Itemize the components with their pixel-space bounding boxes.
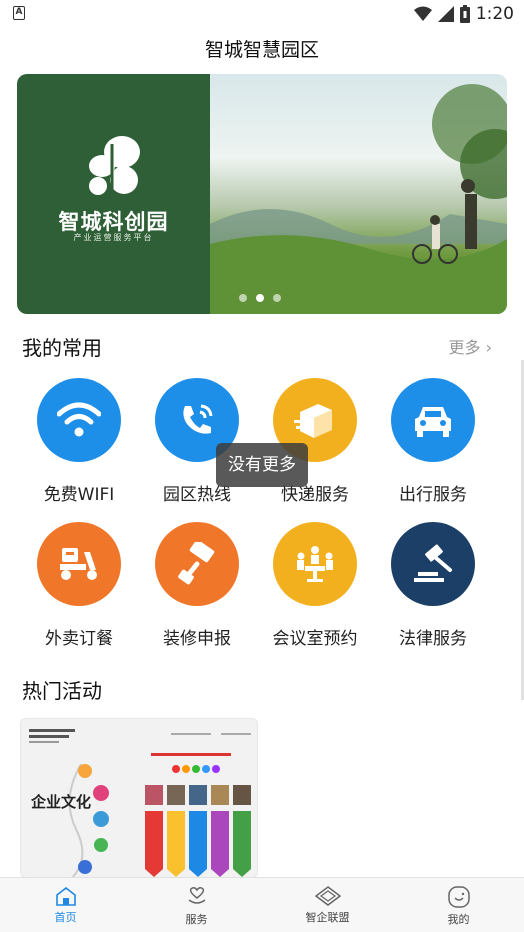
tab-alliance[interactable]: 智企联盟: [262, 878, 393, 932]
service-label: 装修申报: [163, 629, 231, 649]
tab-services[interactable]: 服务: [131, 878, 262, 932]
service-free-wifi[interactable]: 免费WIFI: [20, 378, 138, 508]
cell-signal-icon: [437, 6, 454, 22]
face-icon: [447, 886, 470, 908]
banner-photo: [210, 74, 507, 314]
service-meeting-room[interactable]: 会议室预约: [256, 522, 374, 652]
meeting-icon: [273, 522, 357, 606]
home-icon: [55, 886, 76, 906]
page-title: 智城智慧园区: [204, 39, 319, 61]
service-label: 出行服务: [399, 485, 467, 505]
carousel-indicator[interactable]: [239, 294, 281, 302]
heart-hand-icon: [188, 886, 205, 904]
car-icon: [391, 378, 475, 462]
system-icons: 1:20: [413, 3, 514, 25]
service-legal[interactable]: 法律服务: [374, 522, 492, 652]
banner-brand-subtitle: 产业运营服务平台: [73, 233, 154, 242]
carousel-dot[interactable]: [273, 294, 281, 302]
more-label: 更多: [448, 338, 481, 357]
wifi-signal-icon: [413, 6, 432, 21]
battery-icon: [459, 5, 470, 23]
service-travel[interactable]: 出行服务: [374, 378, 492, 508]
status-bar: A 1:20: [0, 0, 524, 30]
more-link[interactable]: 更多 ›: [448, 333, 492, 363]
tab-label: 智企联盟: [305, 911, 350, 924]
banner-brand-panel: 智城科创园 产业运营服务平台: [17, 74, 210, 314]
carousel-dot-active[interactable]: [256, 294, 264, 302]
service-label: 免费WIFI: [43, 485, 115, 505]
service-label: 法律服务: [399, 629, 467, 649]
activity-card[interactable]: 企业文化: [20, 718, 258, 878]
favorites-header: 我的常用 更多 ›: [22, 333, 502, 363]
card-calligraphy: 企业文化: [30, 793, 91, 811]
bottom-tab-bar: 首页 服务 智企联盟 我的: [0, 877, 524, 932]
header: 智城智慧园区: [0, 30, 524, 70]
butterfly-logo-icon: [89, 136, 140, 196]
paint-roller-icon: [155, 522, 239, 606]
favorites-heading: 我的常用: [22, 336, 102, 360]
tab-home[interactable]: 首页: [0, 878, 131, 932]
wifi-icon: [37, 378, 121, 462]
notification-a-icon: A: [13, 6, 25, 20]
diamond-icon: [314, 886, 341, 906]
service-label: 外卖订餐: [45, 629, 113, 649]
gavel-icon: [391, 522, 475, 606]
activities-heading: 热门活动: [22, 679, 102, 703]
banner-carousel[interactable]: 智城科创园 产业运营服务平台: [17, 74, 507, 314]
service-label: 会议室预约: [272, 629, 358, 649]
tab-label: 我的: [447, 913, 470, 926]
tab-mine[interactable]: 我的: [393, 878, 524, 932]
scooter-icon: [37, 522, 121, 606]
infographic-image: 企业文化: [21, 719, 257, 877]
tab-label: 首页: [54, 911, 77, 924]
activities-header: 热门活动: [22, 676, 502, 706]
chevron-right-icon: ›: [485, 338, 492, 357]
carousel-dot[interactable]: [239, 294, 247, 302]
toast-message: 没有更多: [216, 443, 308, 487]
clock: 1:20: [475, 4, 514, 24]
service-renovation[interactable]: 装修申报: [138, 522, 256, 652]
service-food-delivery[interactable]: 外卖订餐: [20, 522, 138, 652]
landscape-image: [210, 84, 507, 314]
tab-label: 服务: [185, 913, 208, 926]
